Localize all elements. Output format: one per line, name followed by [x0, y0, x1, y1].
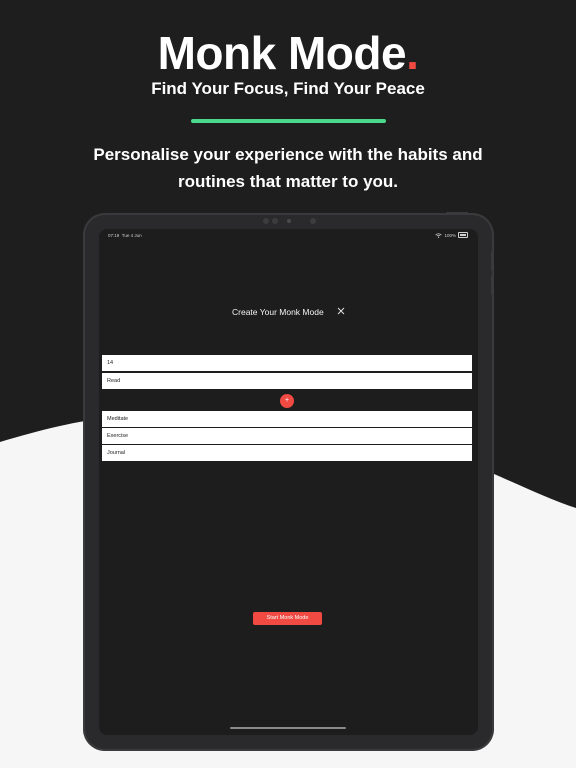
habit-input-exercise[interactable]: Exercise — [102, 428, 472, 444]
tablet-top-button — [446, 212, 468, 214]
description: Personalise your experience with the hab… — [93, 145, 483, 191]
tablet-side-button — [491, 275, 494, 295]
tagline: Find Your Focus, Find Your Peace — [151, 79, 425, 98]
wifi-icon — [435, 232, 443, 238]
accent-divider — [191, 119, 386, 123]
start-monk-mode-button[interactable]: Start Monk Mode — [253, 612, 322, 625]
habit-input-meditate[interactable]: Meditate — [102, 411, 472, 427]
status-indicators: 100% — [435, 232, 468, 238]
app-screen: 07:19 Tue 4 Jun 100% Create Your Monk Mo… — [99, 229, 478, 735]
camera-sensor — [310, 218, 316, 224]
battery-icon — [458, 232, 468, 238]
status-clock: 07:19 — [108, 233, 120, 238]
dialog-title: Create Your Monk Mode — [232, 307, 324, 317]
days-input[interactable]: 14 — [102, 355, 472, 371]
close-icon[interactable] — [336, 306, 346, 316]
habit-input-journal[interactable]: Journal — [102, 445, 472, 461]
habit-input-read[interactable]: Read — [102, 373, 472, 389]
app-title-text: Monk Mode — [157, 27, 407, 79]
app-title: Monk Mode. — [0, 26, 576, 80]
tablet-side-button — [491, 251, 494, 271]
camera-icon — [287, 219, 291, 223]
title-dot: . — [406, 27, 419, 79]
home-indicator[interactable] — [230, 727, 346, 729]
camera-sensor — [263, 218, 269, 224]
status-time: 07:19 Tue 4 Jun — [108, 233, 142, 238]
camera-sensor — [272, 218, 278, 224]
status-date: Tue 4 Jun — [121, 233, 142, 238]
add-habit-button[interactable]: + — [280, 394, 294, 408]
battery-percent: 100% — [444, 232, 456, 238]
